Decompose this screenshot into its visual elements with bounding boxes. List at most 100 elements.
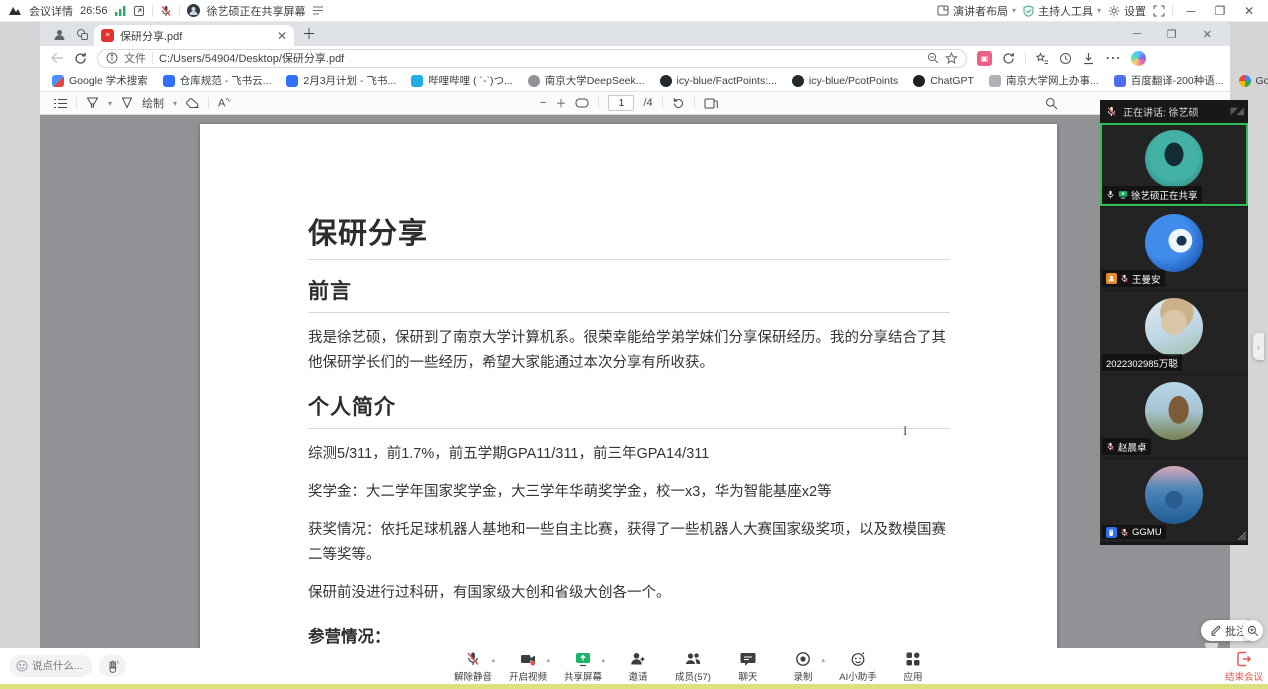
page-number-input[interactable] [608, 95, 634, 111]
eraser-icon[interactable] [186, 98, 199, 109]
chat-input[interactable] [32, 660, 86, 672]
tab-workspaces-icon[interactable] [76, 28, 89, 41]
reload-icon[interactable] [74, 52, 87, 65]
bookmark-github-factpoints[interactable]: icy-blue/FactPoints:... [660, 75, 777, 87]
chevron-down-icon: ▾ [1012, 6, 1016, 15]
extension-pink-icon[interactable]: ▣ [977, 51, 992, 66]
participant-tile-wangmanan[interactable]: 王曼安 [1100, 206, 1248, 290]
participant-panel[interactable]: 正在讲话: 徐艺硕 ◤◢ 徐艺硕正在共享 王曼安 [1100, 100, 1248, 545]
read-aloud-icon[interactable]: A∿ [218, 96, 231, 110]
bookmark-chatgpt[interactable]: ChatGPT [913, 75, 974, 87]
chevron-up-icon[interactable]: ▴ [546, 656, 550, 664]
participant-tile-xuyishuo[interactable]: 徐艺硕正在共享 [1100, 122, 1248, 206]
profile-icon[interactable] [53, 28, 66, 41]
panel-resize-handle[interactable] [1236, 530, 1246, 540]
zoom-in-button[interactable]: ＋ [555, 95, 566, 111]
close-button[interactable]: ✕ [1238, 4, 1260, 18]
bookmark-google[interactable]: Google [1239, 75, 1268, 87]
doc-paragraph: 奖学金：大二学年国家奖学金，大三学年华萌奖学金，校一x3，华为智能基座x2等 [308, 480, 950, 505]
favorites-hub-icon[interactable] [1036, 52, 1049, 65]
zoom-out-button[interactable]: − [540, 97, 546, 109]
hand-raised-badge-icon [1106, 527, 1117, 538]
google-icon [1239, 75, 1251, 87]
chevron-down-icon[interactable]: ▾ [108, 99, 112, 108]
chevron-up-icon[interactable]: ▴ [821, 656, 825, 664]
pdf-toolbar: ▾ 绘制 ▾ A∿ − ＋ /4 [40, 92, 1230, 115]
avatar [1145, 130, 1203, 188]
doc-heading-preface: 前言 [308, 275, 950, 305]
edge-panel-chevron[interactable]: ‹ [1253, 333, 1264, 360]
tab-close-icon[interactable]: ✕ [277, 29, 287, 43]
rotate-icon[interactable] [672, 97, 685, 110]
bookmark-google-scholar[interactable]: Google 学术搜索 [52, 73, 148, 88]
participant-tile-ggmu[interactable]: GGMU [1100, 458, 1248, 542]
draw-label[interactable]: 绘制 [142, 95, 164, 111]
bookmark-star-icon[interactable] [945, 52, 958, 65]
settings-button[interactable]: 设置 [1108, 3, 1146, 19]
bookmark-nju-deepseek[interactable]: 南京大学DeepSeek... [528, 73, 645, 88]
fullscreen-icon[interactable] [1153, 5, 1165, 17]
more-menu-icon[interactable]: ⋯ [1105, 48, 1121, 68]
new-tab-button[interactable]: ＋ [302, 24, 316, 44]
downloads-icon[interactable] [1082, 52, 1095, 65]
host-tools-button[interactable]: 主持人工具 ▾ [1023, 3, 1101, 19]
mic-muted-status-icon[interactable] [160, 5, 172, 17]
zoom-page-icon[interactable] [927, 52, 939, 64]
share-screen-button[interactable]: ▴ 共享屏幕 [562, 651, 604, 683]
bookmark-baidu-translate[interactable]: 百度翻译-200种语... [1114, 73, 1224, 88]
highlighter-icon[interactable] [86, 97, 99, 109]
doc-paragraph: 我是徐艺硕，保研到了南京大学计算机系。很荣幸能给学弟学妹们分享保研经历。我的分享… [308, 326, 950, 376]
toc-icon[interactable] [54, 98, 67, 109]
meeting-details-button[interactable]: 会议详情 [29, 3, 73, 19]
start-video-button[interactable]: ▴ 开启视频 [507, 651, 549, 683]
unmute-button[interactable]: ▴ 解除静音 [452, 651, 494, 683]
copilot-icon[interactable] [1131, 51, 1146, 66]
bilibili-icon [411, 75, 423, 87]
bookmark-github-pcotpoints[interactable]: icy-blue/PcotPoints [792, 75, 898, 87]
participant-name: GGMU [1132, 527, 1162, 538]
bookmark-feishu-doc[interactable]: 仓库规范 - 飞书云... [163, 73, 272, 88]
chevron-up-icon[interactable]: ▴ [601, 656, 605, 664]
end-meeting-button[interactable]: 结束会议 [1224, 651, 1264, 683]
chevron-down-icon[interactable]: ▾ [173, 99, 177, 108]
meeting-bottom-bar: ▴ 解除静音 ▴ 开启视频 ▴ 共享屏幕 邀请 成员(57) 聊天 ▴ 录制 [0, 648, 1268, 684]
minimize-button[interactable]: ─ [1180, 4, 1202, 18]
browser-minimize-button[interactable]: ─ [1133, 28, 1141, 40]
invite-button[interactable]: 邀请 [617, 651, 659, 683]
panel-collapse-icon[interactable]: ◤◢ [1231, 106, 1242, 117]
open-external-icon[interactable] [133, 5, 145, 17]
bookmark-nju-services[interactable]: 南京大学网上办事... [989, 73, 1099, 88]
wave-hand-button[interactable] [99, 655, 126, 677]
meeting-logo-icon [8, 5, 22, 16]
browser-close-button[interactable]: ✕ [1203, 28, 1212, 41]
page-view-icon[interactable] [704, 98, 718, 109]
extension-sync-icon[interactable] [1002, 52, 1015, 65]
ai-assistant-button[interactable]: AI小助手 [837, 651, 879, 683]
search-icon[interactable] [1045, 97, 1058, 110]
magnifier-plus-icon [1247, 625, 1259, 637]
magnify-button[interactable] [1242, 620, 1263, 641]
chevron-up-icon[interactable]: ▴ [491, 656, 495, 664]
apps-button[interactable]: 应用 [892, 651, 934, 683]
participant-tile-zhaochenzhuo[interactable]: 赵晨卓 [1100, 374, 1248, 458]
layout-selector-button[interactable]: 演讲者布局 ▾ [937, 3, 1016, 19]
record-button[interactable]: ▴ 录制 [782, 651, 824, 683]
page-info-icon[interactable] [106, 52, 118, 64]
chat-button[interactable]: 聊天 [727, 651, 769, 683]
members-button[interactable]: 成员(57) [672, 651, 714, 683]
chat-input-box[interactable] [9, 655, 92, 677]
browser-tab-active[interactable]: ≡ 保研分享.pdf ✕ [94, 25, 294, 46]
draw-pen-icon[interactable] [121, 97, 133, 109]
fit-page-icon[interactable] [575, 98, 589, 108]
sharing-list-icon[interactable] [313, 6, 323, 15]
back-icon[interactable] [50, 52, 64, 64]
bookmark-bilibili[interactable]: 哔哩哔哩 ( ´-`)つ... [411, 73, 513, 88]
address-bar[interactable]: 文件 C:/Users/54904/Desktop/保研分享.pdf [97, 49, 967, 68]
pdf-viewer[interactable]: 保研分享 前言 我是徐艺硕，保研到了南京大学计算机系。很荣幸能给学弟学妹们分享保… [40, 115, 1230, 648]
maximize-button[interactable]: ❐ [1209, 4, 1231, 18]
bookmark-feishu-plan[interactable]: 2月3月计划 - 飞书... [286, 73, 396, 88]
emoji-icon[interactable] [16, 660, 28, 672]
participant-tile-wancong[interactable]: 2022302985万聪 [1100, 290, 1248, 374]
history-icon[interactable] [1059, 52, 1072, 65]
browser-maximize-button[interactable]: ❐ [1167, 28, 1177, 41]
